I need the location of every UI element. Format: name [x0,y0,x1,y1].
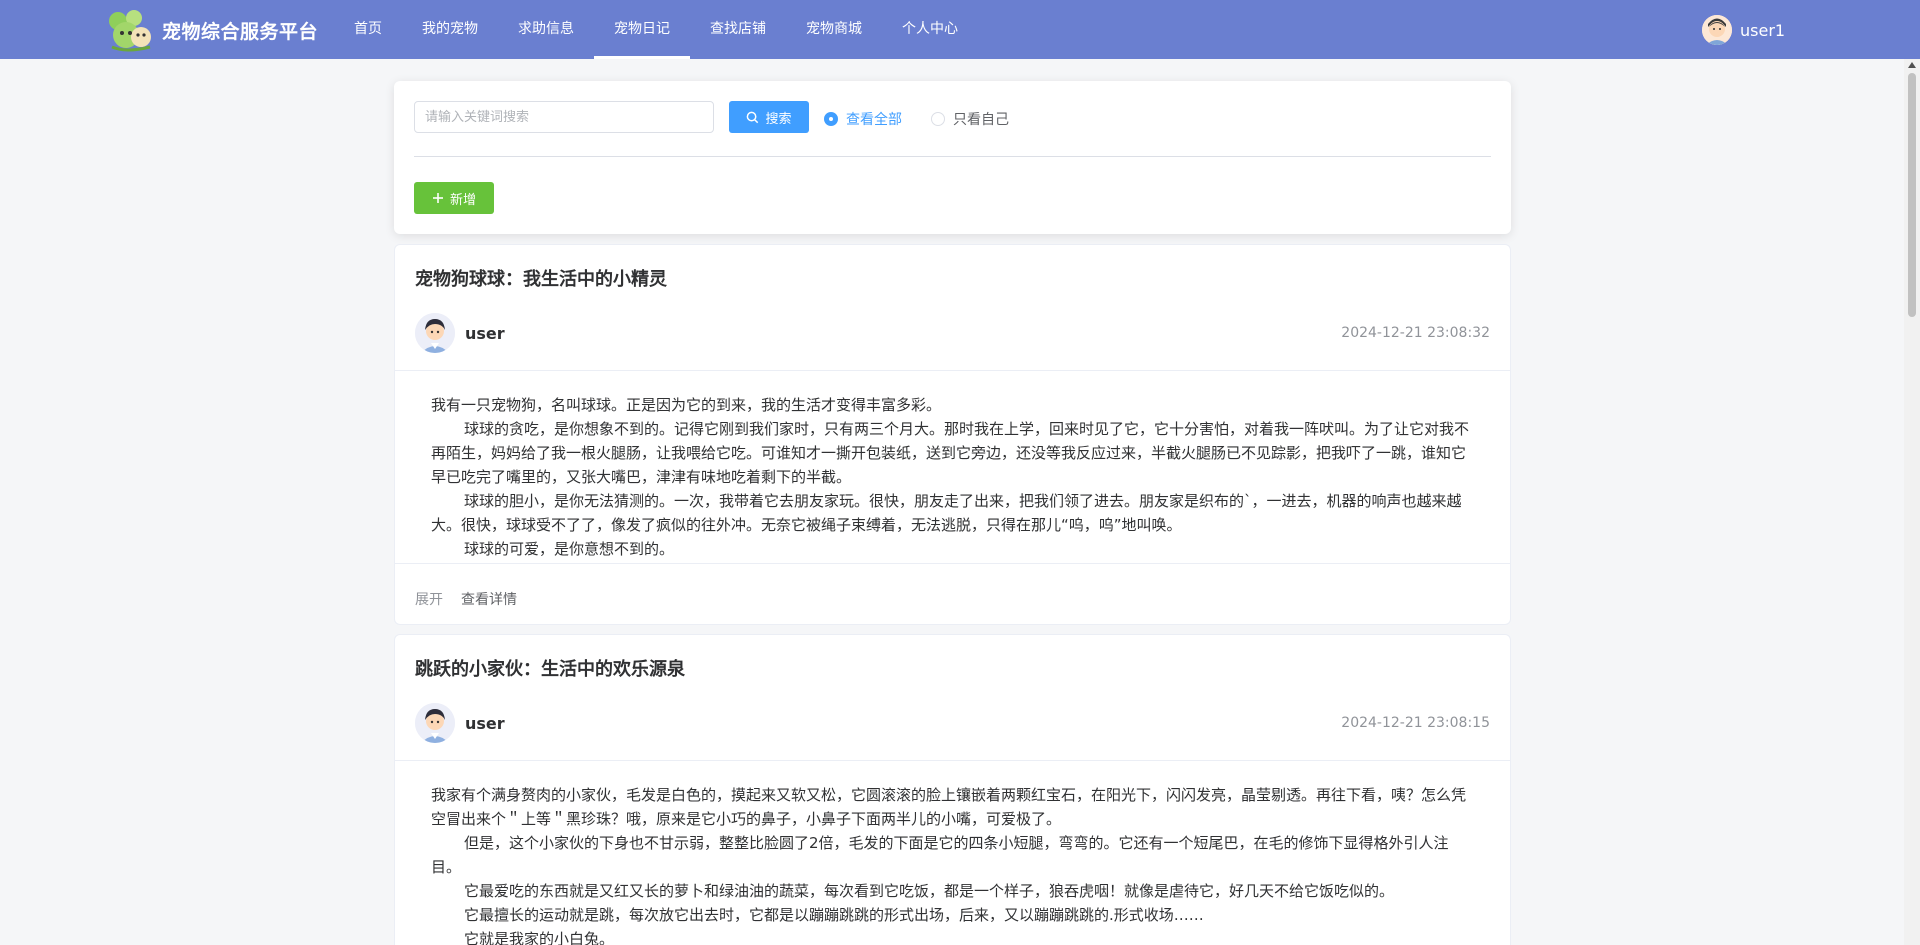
author-name: user [465,323,505,343]
diary-time: 2024-12-21 23:08:32 [1341,325,1490,341]
radio-view-mine[interactable]: 只看自己 [931,109,1009,129]
radio-dot [931,112,945,126]
diary-card: 跳跃的小家伙：生活中的欢乐源泉 user 2024-12-21 23:08:15… [394,634,1511,945]
diary-paragraph: 球球的贪吃，是你想象不到的。记得它刚到我们家时，只有两三个月大。那时我在上学，回… [431,420,1470,486]
search-button[interactable]: 搜索 [729,101,809,133]
radio-view-all-label: 查看全部 [846,112,902,128]
nav-item-find-stores[interactable]: 查找店铺 [690,0,786,59]
diary-time: 2024-12-21 23:08:15 [1341,715,1490,731]
divider [395,370,1510,371]
diary-paragraph: 球球的胆小，是你无法猜测的。一次，我带着它去朋友家玩。很快，朋友走了出来，把我们… [431,492,1462,534]
nav-item-pet-diary[interactable]: 宠物日记 [594,0,690,59]
diary-paragraph: 球球的可爱，是你意想不到的。 [464,540,675,558]
diary-content: 我家有个满身赘肉的小家伙，毛发是白色的，摸起来又软又松，它圆滚滚的脸上镶嵌着两颗… [431,783,1472,945]
diary-title: 宠物狗球球：我生活中的小精灵 [415,269,667,290]
search-input[interactable] [414,101,714,133]
logo-icon [104,7,156,53]
divider [395,563,1510,564]
diary-author: user [415,703,505,743]
main-nav: 首页 我的宠物 求助信息 宠物日记 查找店铺 宠物商城 个人中心 [334,0,978,59]
diary-paragraph: 我有一只宠物狗，名叫球球。正是因为它的到来，我的生活才变得丰富多彩。 [431,396,942,414]
search-icon [747,111,759,123]
avatar [415,703,455,743]
brand-title: 宠物综合服务平台 [162,20,319,43]
diary-title: 跳跃的小家伙：生活中的欢乐源泉 [415,659,685,680]
author-name: user [465,713,505,733]
diary-author: user [415,313,505,353]
divider [414,156,1491,157]
radio-dot [824,112,838,126]
diary-paragraph: 它就是我家的小白兔。 [464,930,615,945]
diary-content: 我有一只宠物狗，名叫球球。正是因为它的到来，我的生活才变得丰富多彩。 球球的贪吃… [431,393,1472,558]
divider [395,760,1510,761]
filter-panel: 搜索 查看全部 只看自己 新增 [394,81,1511,234]
nav-item-help-info[interactable]: 求助信息 [498,0,594,59]
search-button-label: 搜索 [765,111,792,127]
radio-view-all[interactable]: 查看全部 [824,109,902,129]
top-navbar: 宠物综合服务平台 首页 我的宠物 求助信息 宠物日记 查找店铺 宠物商城 个人中… [0,0,1920,59]
nav-item-my-pets[interactable]: 我的宠物 [402,0,498,59]
plus-icon [432,193,443,203]
diary-actions: 展开 查看详情 [415,589,517,609]
scroll-up-arrow-icon[interactable] [1908,62,1916,68]
nav-item-home[interactable]: 首页 [334,0,402,59]
scroll-thumb[interactable] [1908,73,1916,317]
user-name: user1 [1740,20,1786,40]
diary-paragraph: 我家有个满身赘肉的小家伙，毛发是白色的，摸起来又软又松，它圆滚滚的脸上镶嵌着两颗… [431,786,1467,828]
diary-paragraph: 它最擅长的运动就是跳，每次放它出去时，它都是以蹦蹦跳跳的形式出场，后来，又以蹦蹦… [464,906,1204,924]
diary-paragraph: 但是，这个小家伙的下身也不甘示弱，整整比脸圆了2倍，毛发的下面是它的四条小短腿，… [431,834,1449,876]
user-avatar [1702,15,1732,45]
add-button-label: 新增 [449,192,476,208]
page-scrollbar[interactable] [1904,59,1920,945]
nav-item-user-center[interactable]: 个人中心 [882,0,978,59]
avatar [415,313,455,353]
radio-view-mine-label: 只看自己 [953,112,1009,128]
brand[interactable]: 宠物综合服务平台 [104,7,319,53]
add-button[interactable]: 新增 [414,182,494,214]
nav-item-pet-mall[interactable]: 宠物商城 [786,0,882,59]
expand-link[interactable]: 展开 [415,589,443,609]
diary-paragraph: 它最爱吃的东西就是又红又长的萝卜和绿油油的蔬菜，每次看到它吃饭，都是一个样子，狼… [464,882,1395,900]
diary-card: 宠物狗球球：我生活中的小精灵 user 2024-12-21 23:08:32 … [394,244,1511,625]
view-detail-link[interactable]: 查看详情 [461,589,517,609]
user-menu[interactable]: user1 [1702,14,1785,46]
